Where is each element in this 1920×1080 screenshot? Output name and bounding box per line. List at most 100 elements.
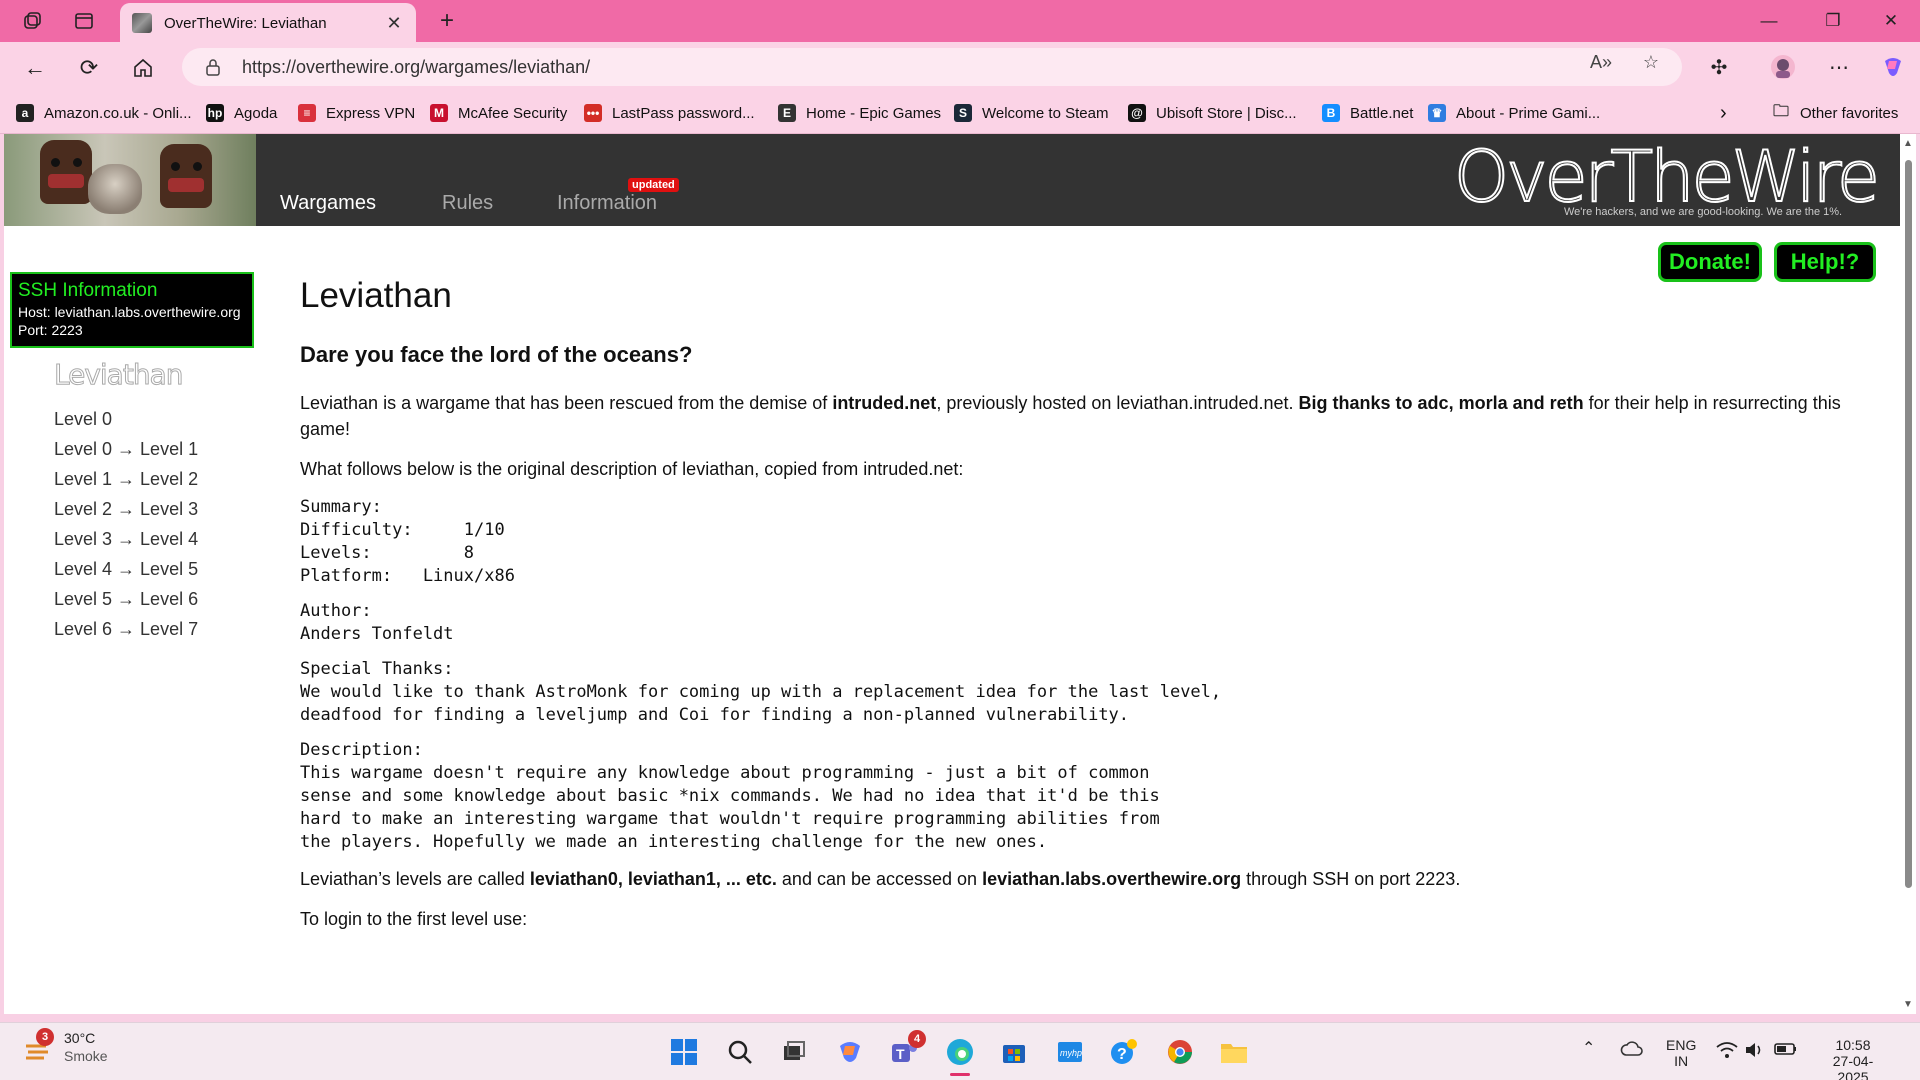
weather-alert-badge: 3 <box>36 1028 54 1046</box>
mcafee-icon: M <box>430 104 448 122</box>
myhp-icon[interactable]: myhp <box>1054 1036 1086 1068</box>
favorite-expressvpn[interactable]: ≡ Express VPN <box>298 100 415 126</box>
microsoft-store-icon[interactable] <box>998 1036 1030 1068</box>
url-text: https://overthewire.org/wargames/leviath… <box>242 56 591 77</box>
restore-icon[interactable]: ❐ <box>1804 0 1862 42</box>
copilot-icon[interactable] <box>1878 52 1908 82</box>
onedrive-sync-icon[interactable] <box>1620 1039 1644 1062</box>
favorite-hp[interactable]: hp Agoda <box>206 100 277 126</box>
favorite-mcafee[interactable]: M McAfee Security <box>430 100 567 126</box>
back-arrow-icon[interactable]: ← <box>18 51 52 85</box>
favorite-prime-gaming[interactable]: ♛ About - Prime Gami... <box>1428 100 1600 126</box>
edge-browser-icon[interactable] <box>944 1036 976 1076</box>
ssh-information-box: SSH Information Host: leviathan.labs.ove… <box>10 272 254 348</box>
intro-paragraph: Leviathan is a wargame that has been res… <box>300 393 1841 439</box>
language-indicator[interactable]: ENG IN <box>1666 1037 1696 1069</box>
tab-close-icon[interactable]: ✕ <box>384 13 404 34</box>
refresh-icon[interactable]: ⟳ <box>72 51 106 85</box>
lock-icon[interactable] <box>202 56 224 78</box>
chrome-icon[interactable] <box>1164 1036 1196 1068</box>
nav-rules[interactable]: Rules <box>442 192 493 215</box>
clock[interactable]: 10:58 27-04-2025 <box>1818 1037 1888 1080</box>
favorites-overflow-chevron-icon[interactable]: › <box>1720 100 1727 126</box>
browser-title-bar: OverTheWire: Leviathan ✕ + — ❐ ✕ <box>0 0 1920 43</box>
web-page: Wargames Rules Information updated OverT… <box>4 134 1900 1014</box>
favorite-battlenet[interactable]: B Battle.net <box>1322 100 1413 126</box>
windows-taskbar: 3 30°C Smoke T 4 myhp ? ⌃ ENG IN 10:58 2… <box>0 1022 1920 1080</box>
vertical-tabs-icon[interactable] <box>68 6 100 36</box>
minimize-icon[interactable]: — <box>1740 0 1798 42</box>
favorite-ubisoft[interactable]: @ Ubisoft Store | Disc... <box>1128 100 1297 126</box>
teams-notification-badge: 4 <box>908 1030 926 1048</box>
level-link[interactable]: Level 0 → Level 1 <box>54 434 198 464</box>
level-link[interactable]: Level 0 <box>54 404 198 434</box>
page-title: Leviathan <box>300 276 452 315</box>
wifi-icon[interactable] <box>1716 1041 1738 1062</box>
site-favicon-icon <box>132 13 152 33</box>
ubisoft-icon: @ <box>1128 104 1146 122</box>
banner-kitten-figure <box>88 164 142 214</box>
site-slogan: We're hackers, and we are good-looking. … <box>1564 206 1843 218</box>
browser-tab-active[interactable]: OverTheWire: Leviathan ✕ <box>120 3 416 43</box>
copilot-taskbar-icon[interactable] <box>834 1036 866 1068</box>
address-bar[interactable]: https://overthewire.org/wargames/leviath… <box>182 48 1682 86</box>
level-link[interactable]: Level 4 → Level 5 <box>54 554 198 584</box>
levels-paragraph: Leviathan’s levels are called leviathan0… <box>300 869 1461 889</box>
scroll-down-arrow-icon[interactable]: ▼ <box>1903 999 1913 1010</box>
level-link[interactable]: Level 2 → Level 3 <box>54 494 198 524</box>
workspaces-icon[interactable] <box>16 6 48 36</box>
more-options-icon[interactable]: ⋯ <box>1824 52 1854 82</box>
updated-badge: updated <box>628 178 679 192</box>
prime-gaming-icon: ♛ <box>1428 104 1446 122</box>
search-icon[interactable] <box>724 1036 756 1068</box>
description-intro: What follows below is the original descr… <box>300 459 964 479</box>
favorite-lastpass[interactable]: ••• LastPass password... <box>584 100 755 126</box>
nav-information[interactable]: Information <box>557 192 657 215</box>
level-link[interactable]: Level 5 → Level 6 <box>54 584 198 614</box>
favorite-label: Amazon.co.uk - Onli... <box>44 104 192 122</box>
nav-wargames[interactable]: Wargames <box>280 192 376 215</box>
hp-icon: hp <box>206 104 224 122</box>
scroll-up-arrow-icon[interactable]: ▲ <box>1903 138 1913 149</box>
teams-icon[interactable]: T 4 <box>888 1030 926 1068</box>
epic-games-icon: E <box>778 104 796 122</box>
favorite-epic-games[interactable]: E Home - Epic Games <box>778 100 941 126</box>
summary-block: Summary: Difficulty: 1/10 Levels: 8 Plat… <box>300 497 515 586</box>
steam-icon: S <box>954 104 972 122</box>
page-scrollbar[interactable]: ▲ ▼ <box>1900 134 1916 1014</box>
navigation-bar: ← ⟳ https://overthewire.org/wargames/lev… <box>0 42 1920 92</box>
read-aloud-icon[interactable]: A» <box>1590 51 1612 73</box>
help-tips-icon[interactable]: ? <box>1108 1036 1140 1068</box>
task-view-icon[interactable] <box>778 1036 810 1068</box>
level-link[interactable]: Level 3 → Level 4 <box>54 524 198 554</box>
weather-widget[interactable]: 3 30°C Smoke <box>22 1028 108 1065</box>
extensions-icon[interactable]: ✣ <box>1704 52 1734 82</box>
banner-domo-figure <box>40 140 92 204</box>
home-icon[interactable] <box>126 51 160 85</box>
main-content: Leviathan Dare you face the lord of the … <box>300 276 1860 946</box>
start-windows-icon[interactable] <box>668 1036 700 1068</box>
weather-smoke-icon: 3 <box>22 1028 54 1062</box>
battery-icon[interactable] <box>1774 1041 1798 1060</box>
level-link[interactable]: Level 6 → Level 7 <box>54 614 198 644</box>
other-favorites-folder[interactable]: 🗀 Other favorites <box>1772 100 1898 126</box>
volume-icon[interactable] <box>1744 1041 1766 1062</box>
favorite-label: Ubisoft Store | Disc... <box>1156 104 1297 122</box>
battlenet-icon: B <box>1322 104 1340 122</box>
new-tab-button[interactable]: + <box>432 6 462 36</box>
profile-avatar[interactable] <box>1768 52 1798 82</box>
level-link[interactable]: Level 1 → Level 2 <box>54 464 198 494</box>
file-explorer-icon[interactable] <box>1218 1036 1250 1068</box>
show-hidden-icons-chevron-icon[interactable]: ⌃ <box>1582 1041 1595 1057</box>
login-paragraph: To login to the first level use: <box>300 909 528 929</box>
favorite-steam[interactable]: S Welcome to Steam <box>954 100 1108 126</box>
svg-text:?: ? <box>1117 1046 1127 1063</box>
svg-text:T: T <box>896 1046 905 1062</box>
favorite-label: McAfee Security <box>458 104 568 122</box>
close-window-icon[interactable]: ✕ <box>1862 0 1920 42</box>
favorite-star-icon[interactable]: ☆ <box>1640 51 1662 73</box>
scrollbar-thumb[interactable] <box>1905 160 1912 888</box>
expressvpn-icon: ≡ <box>298 104 316 122</box>
favorite-amazon[interactable]: a Amazon.co.uk - Onli... <box>16 100 192 126</box>
description-block: Description: This wargame doesn't requir… <box>300 740 1160 852</box>
